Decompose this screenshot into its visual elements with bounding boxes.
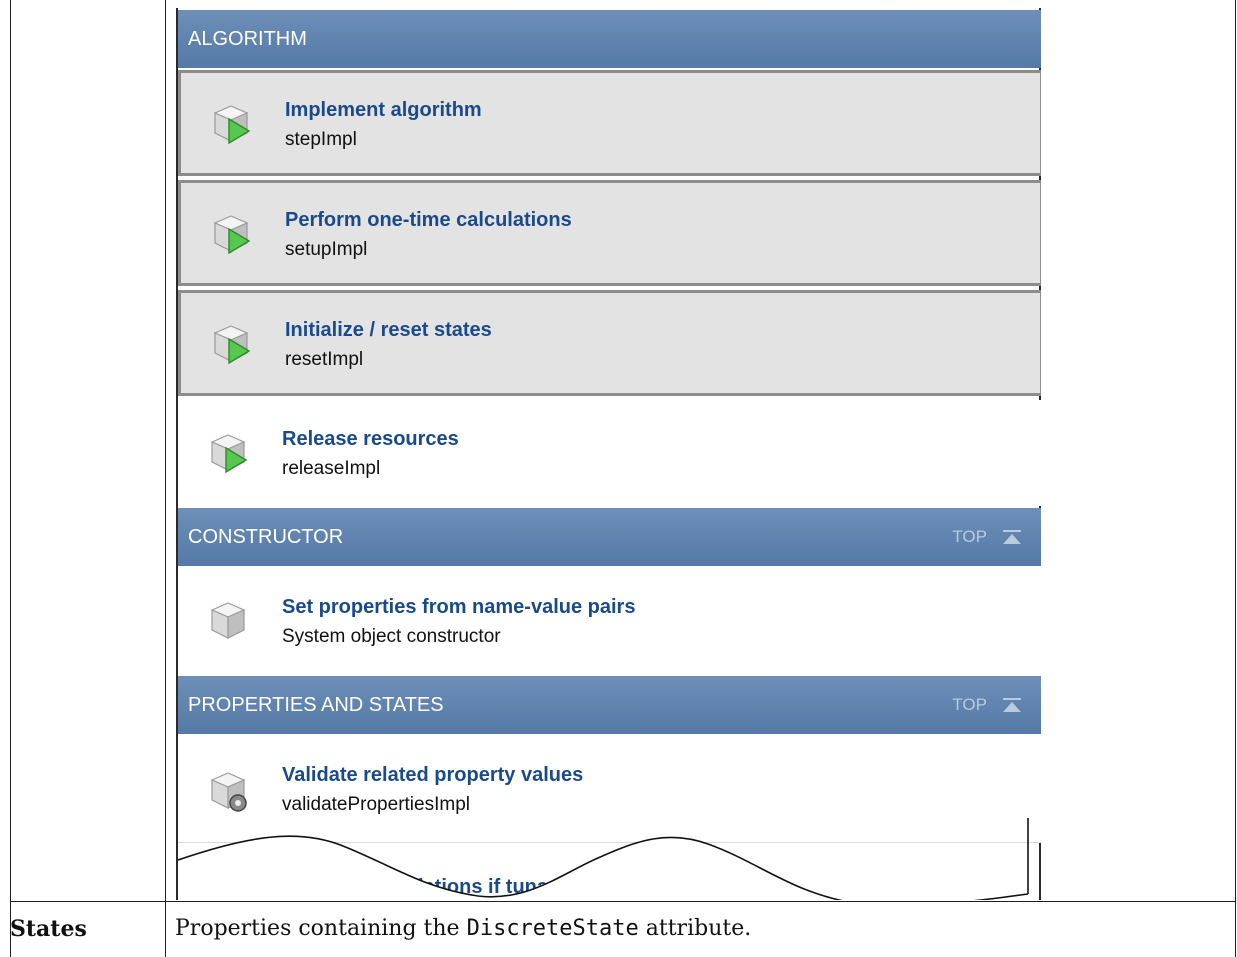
item-title[interactable]: Set properties from name-value pairs [282,596,635,619]
desc-text: Properties containing the [175,916,467,941]
list-item-one-time-calculations[interactable]: Perform one-time calculations setupImpl [178,180,1041,286]
item-method: resetImpl [285,349,364,370]
top-link[interactable]: TOP [952,508,1021,566]
item-method: validatePropertiesImpl [282,794,470,815]
table-column-divider [165,0,166,957]
desc-text: attribute. [638,916,752,941]
arrow-to-top-icon[interactable] [1003,529,1021,545]
item-title[interactable]: Release resources [282,428,459,451]
item-method: setupImpl [285,239,368,260]
cube-gear-icon [210,772,247,812]
item-title[interactable]: Validate related property values [282,764,583,787]
section-header-properties-and-states: PROPERTIES AND STATES TOP [178,676,1041,734]
item-method: releaseImpl [282,458,381,479]
section-header-label: PROPERTIES AND STATES [188,694,444,716]
list-item-set-properties[interactable]: Set properties from name-value pairs Sys… [178,566,1041,676]
list-item-reset-states[interactable]: Initialize / reset states resetImpl [178,290,1041,396]
section-header-label: ALGORITHM [188,28,307,50]
table-right-border [1235,0,1236,957]
list-item-release-resources[interactable]: Release resources releaseImpl [178,400,1041,506]
section-header-algorithm: ALGORITHM [178,10,1041,68]
embedded-screenshot: ALGORITHM Implement algorithm stepImpl P… [176,8,1041,900]
doc-table: ALGORITHM Implement algorithm stepImpl P… [0,0,1237,957]
table-row-label: States [10,916,87,942]
torn-edge [178,818,1029,900]
top-link[interactable]: TOP [952,676,1021,734]
cube-play-icon [213,105,251,145]
cube-play-icon [213,215,251,255]
desc-code: DiscreteState [466,916,639,941]
item-method: System object constructor [282,626,501,647]
list-item-implement-algorithm[interactable]: Implement algorithm stepImpl [178,70,1041,176]
item-title[interactable]: Initialize / reset states [285,319,492,342]
arrow-to-top-icon[interactable] [1003,697,1021,713]
item-method: stepImpl [285,129,357,150]
cube-icon [210,602,246,639]
item-title[interactable]: Implement algorithm [285,99,482,122]
top-link-label[interactable]: TOP [952,676,987,734]
top-link-label[interactable]: TOP [952,508,987,566]
section-header-label: CONSTRUCTOR [188,526,344,548]
section-header-constructor: CONSTRUCTOR TOP [178,508,1041,566]
cube-play-icon [213,325,251,365]
table-row-description: Properties containing the DiscreteState … [175,916,751,941]
screenshot-panel: ALGORITHM Implement algorithm stepImpl P… [176,8,1041,900]
table-row-divider [10,901,1236,902]
table-left-border [10,0,11,957]
item-title[interactable]: Perform one-time calculations [285,209,572,232]
cube-play-icon [210,434,248,474]
